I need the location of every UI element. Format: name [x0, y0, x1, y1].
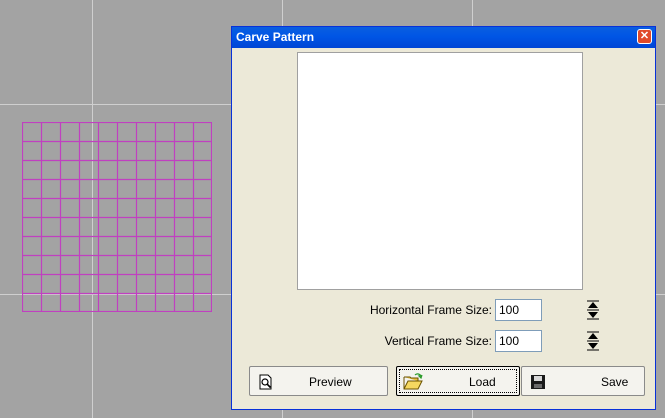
carve-grid-pattern[interactable] [22, 122, 212, 312]
carve-pattern-dialog: Carve Pattern ✕ Horizontal Frame Size: V… [231, 26, 656, 410]
preview-icon [259, 374, 272, 390]
preview-button[interactable]: Preview [249, 366, 388, 396]
spin-up-icon [588, 333, 598, 339]
spin-down-icon [588, 312, 598, 318]
horizontal-frame-size-input[interactable] [495, 299, 542, 321]
load-button-label: Load [469, 375, 496, 389]
save-button[interactable]: Save [521, 366, 645, 396]
vertical-frame-size-input[interactable] [495, 330, 542, 352]
dialog-title: Carve Pattern [236, 30, 315, 44]
spin-down-icon [588, 343, 598, 349]
horizontal-frame-size-label: Horizontal Frame Size: [369, 303, 492, 317]
horizontal-frame-size-spinner[interactable] [586, 300, 600, 320]
close-icon: ✕ [639, 30, 650, 42]
dialog-titlebar[interactable]: Carve Pattern ✕ [232, 27, 655, 48]
save-button-label: Save [601, 375, 629, 389]
open-folder-icon [403, 373, 423, 390]
canvas-viewport[interactable]: Carve Pattern ✕ Horizontal Frame Size: V… [0, 0, 665, 418]
pattern-preview-area [297, 52, 583, 290]
spin-up-icon [588, 302, 598, 308]
vertical-frame-size-label: Vertical Frame Size: [384, 334, 492, 348]
close-button[interactable]: ✕ [637, 29, 652, 44]
load-button[interactable]: Load [396, 366, 520, 396]
save-disk-icon [531, 375, 545, 389]
vertical-frame-size-spinner[interactable] [586, 331, 600, 351]
preview-button-label: Preview [309, 375, 352, 389]
